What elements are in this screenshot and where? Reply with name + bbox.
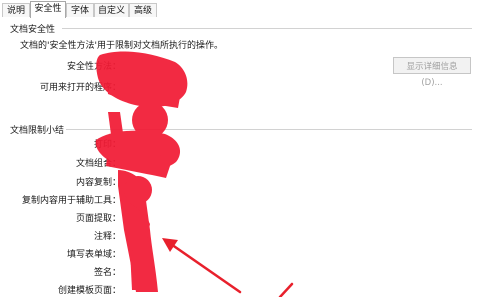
arrow-head-1 bbox=[162, 238, 178, 252]
annotation-arrows bbox=[166, 240, 294, 297]
redaction-scribble bbox=[95, 51, 188, 292]
arrow-heads bbox=[162, 238, 178, 252]
arrow-line-2 bbox=[278, 282, 294, 297]
redaction-overlay bbox=[95, 51, 294, 297]
arrow-line-1 bbox=[166, 240, 242, 294]
